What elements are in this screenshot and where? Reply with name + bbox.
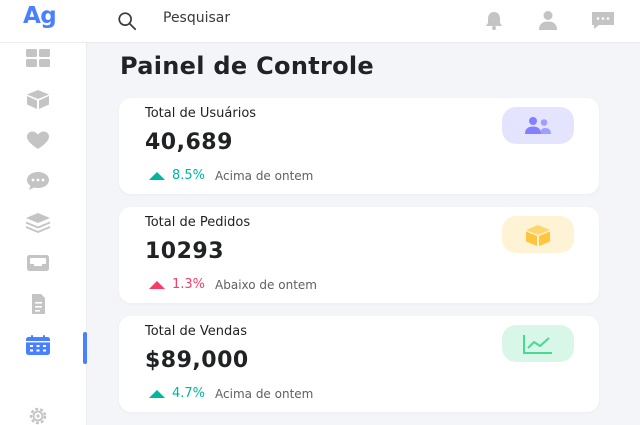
stat-card-sales: Total de Vendas $89,000 4.7% Acima de on… — [119, 316, 599, 412]
stat-card-orders: Total de Pedidos 10293 1.3% Abaixo de on… — [119, 207, 599, 303]
card-value: 40,689 — [145, 130, 233, 155]
chat-bubble-icon[interactable] — [24, 170, 52, 192]
card-value: 10293 — [145, 239, 225, 264]
document-icon[interactable] — [24, 293, 52, 315]
trend-indicator: 8.5% Acima de ontem — [149, 168, 313, 183]
app-logo[interactable]: Ag — [23, 3, 57, 29]
search-icon[interactable] — [116, 10, 138, 32]
card-label: Total de Pedidos — [145, 215, 251, 230]
stat-card-users: Total de Usuários 40,689 8.5% Acima de o… — [119, 98, 599, 194]
card-label: Total de Vendas — [145, 324, 247, 339]
sidebar — [0, 43, 87, 425]
line-chart-icon — [502, 325, 574, 362]
card-value: $89,000 — [145, 348, 249, 373]
box-icon — [502, 216, 574, 253]
arrow-up-icon — [149, 389, 165, 398]
active-indicator — [83, 332, 87, 364]
bell-icon[interactable] — [481, 9, 507, 31]
users-icon — [502, 107, 574, 144]
trend-indicator: 1.3% Abaixo de ontem — [149, 277, 317, 292]
trend-percent: 8.5% — [172, 168, 206, 183]
settings-icon[interactable] — [24, 405, 52, 425]
user-icon[interactable] — [535, 9, 561, 31]
page-title: Painel de Controle — [120, 52, 375, 80]
arrow-down-icon — [149, 280, 165, 289]
calendar-icon[interactable] — [24, 334, 52, 356]
trend-text: Abaixo de ontem — [215, 277, 317, 292]
top-bar: Ag Pesquisar — [0, 0, 640, 43]
heart-icon[interactable] — [24, 129, 52, 151]
layers-icon[interactable] — [24, 211, 52, 233]
trend-text: Acima de ontem — [215, 168, 314, 183]
trend-text: Acima de ontem — [215, 386, 314, 401]
arrow-up-icon — [149, 171, 165, 180]
grid-icon[interactable] — [24, 47, 52, 69]
cube-icon[interactable] — [24, 88, 52, 110]
trend-indicator: 4.7% Acima de ontem — [149, 386, 313, 401]
card-label: Total de Usuários — [145, 106, 257, 121]
search-input[interactable]: Pesquisar — [163, 10, 230, 26]
trend-percent: 1.3% — [172, 277, 206, 292]
trend-percent: 4.7% — [172, 386, 206, 401]
chat-icon[interactable] — [590, 9, 616, 31]
inbox-icon[interactable] — [24, 252, 52, 274]
